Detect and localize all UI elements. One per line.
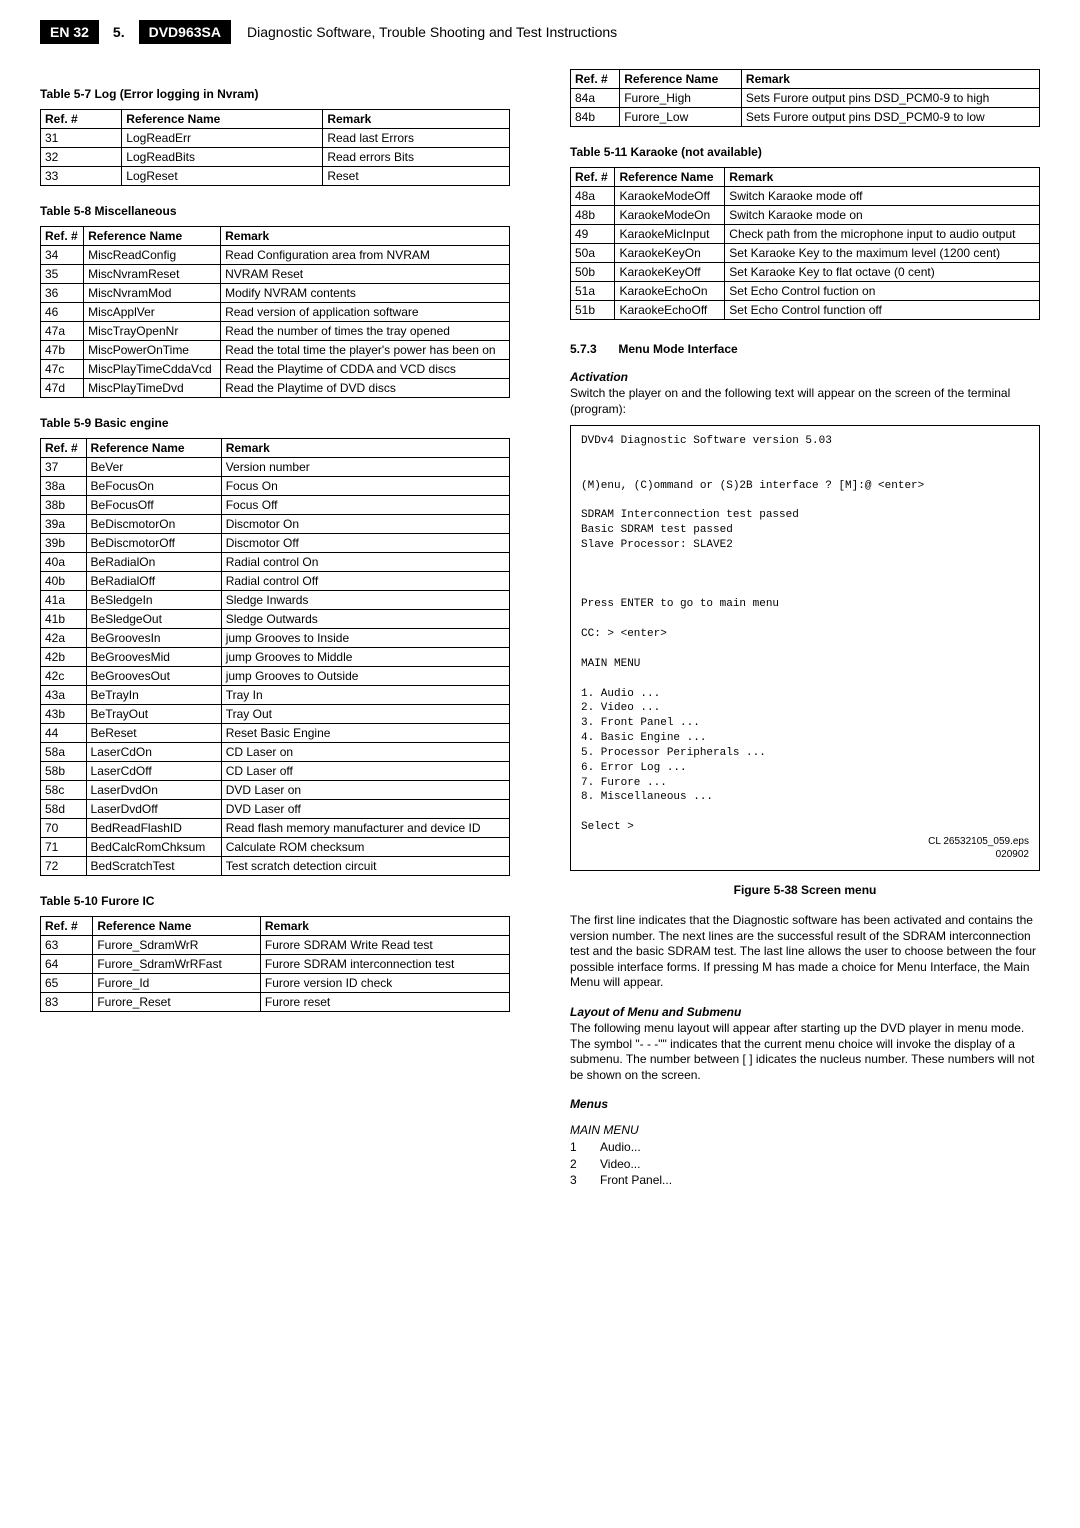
table-row: 47aMiscTrayOpenNrRead the number of time… bbox=[41, 322, 510, 341]
table-row: 48aKaraokeModeOffSwitch Karaoke mode off bbox=[571, 187, 1040, 206]
table-row: 40aBeRadialOnRadial control On bbox=[41, 553, 510, 572]
table-row: 64Furore_SdramWrRFastFurore SDRAM interc… bbox=[41, 955, 510, 974]
page-header: EN 32 5. DVD963SA Diagnostic Software, T… bbox=[40, 20, 1040, 44]
table-5-9: Ref. # Reference Name Remark 37BeVerVers… bbox=[40, 438, 510, 876]
table-row: 43bBeTrayOutTray Out bbox=[41, 705, 510, 724]
col-ref: Ref. # bbox=[41, 110, 122, 129]
paragraph-2: The following menu layout will appear af… bbox=[570, 1021, 1040, 1083]
terminal-eps-ref: CL 26532105_059.eps 020902 bbox=[581, 835, 1029, 862]
table-5-8-title: Table 5-8 Miscellaneous bbox=[40, 204, 510, 218]
table-5-7-body: 31LogReadErrRead last Errors32LogReadBit… bbox=[41, 129, 510, 186]
table-row: 43aBeTrayInTray In bbox=[41, 686, 510, 705]
table-row: 42bBeGroovesMidjump Grooves to Middle bbox=[41, 648, 510, 667]
table-5-10-title: Table 5-10 Furore IC bbox=[40, 894, 510, 908]
table-5-11-title: Table 5-11 Karaoke (not available) bbox=[570, 145, 1040, 159]
table-row: 65Furore_IdFurore version ID check bbox=[41, 974, 510, 993]
model-box: DVD963SA bbox=[139, 20, 231, 44]
table-row: 47dMiscPlayTimeDvdRead the Playtime of D… bbox=[41, 379, 510, 398]
table-row: 42aBeGroovesInjump Grooves to Inside bbox=[41, 629, 510, 648]
table-row: 38aBeFocusOnFocus On bbox=[41, 477, 510, 496]
table-row: 71BedCalcRomChksumCalculate ROM checksum bbox=[41, 838, 510, 857]
table-row: 50bKaraokeKeyOffSet Karaoke Key to flat … bbox=[571, 263, 1040, 282]
main-menu-heading: MAIN MENU bbox=[570, 1123, 1040, 1137]
table-row: 35MiscNvramResetNVRAM Reset bbox=[41, 265, 510, 284]
table-5-7: Ref. # Reference Name Remark 31LogReadEr… bbox=[40, 109, 510, 186]
table-5-10b-body: 84aFurore_HighSets Furore output pins DS… bbox=[571, 89, 1040, 127]
table-5-7-title: Table 5-7 Log (Error logging in Nvram) bbox=[40, 87, 510, 101]
left-column: Table 5-7 Log (Error logging in Nvram) R… bbox=[40, 69, 510, 1188]
page-code-box: EN 32 bbox=[40, 20, 99, 44]
table-row: 49KaraokeMicInputCheck path from the mic… bbox=[571, 225, 1040, 244]
table-row: 42cBeGroovesOutjump Grooves to Outside bbox=[41, 667, 510, 686]
col-name: Reference Name bbox=[122, 110, 323, 129]
paragraph-1: The first line indicates that the Diagno… bbox=[570, 913, 1040, 991]
terminal-content: DVDv4 Diagnostic Software version 5.03 (… bbox=[581, 435, 924, 833]
table-row: 44BeResetReset Basic Engine bbox=[41, 724, 510, 743]
table-row: 58aLaserCdOnCD Laser on bbox=[41, 743, 510, 762]
table-row: 34MiscReadConfigRead Configuration area … bbox=[41, 246, 510, 265]
table-row: 36MiscNvramModModify NVRAM contents bbox=[41, 284, 510, 303]
table-5-11-body: 48aKaraokeModeOffSwitch Karaoke mode off… bbox=[571, 187, 1040, 320]
table-row: 72BedScratchTestTest scratch detection c… bbox=[41, 857, 510, 876]
table-row: 38bBeFocusOffFocus Off bbox=[41, 496, 510, 515]
table-5-8-body: 34MiscReadConfigRead Configuration area … bbox=[41, 246, 510, 398]
activation-text: Switch the player on and the following t… bbox=[570, 386, 1040, 417]
list-item: 3Front Panel... bbox=[570, 1172, 1040, 1188]
table-5-10: Ref. # Reference Name Remark 63Furore_Sd… bbox=[40, 916, 510, 1012]
menus-heading: Menus bbox=[570, 1097, 1040, 1111]
table-row: 46MiscApplVerRead version of application… bbox=[41, 303, 510, 322]
table-row: 41aBeSledgeInSledge Inwards bbox=[41, 591, 510, 610]
main-menu-list: 1Audio...2Video...3Front Panel... bbox=[570, 1139, 1040, 1188]
table-5-8: Ref. # Reference Name Remark 34MiscReadC… bbox=[40, 226, 510, 398]
table-row: 58cLaserDvdOnDVD Laser on bbox=[41, 781, 510, 800]
activation-heading: Activation bbox=[570, 370, 1040, 384]
table-row: 84aFurore_HighSets Furore output pins DS… bbox=[571, 89, 1040, 108]
table-row: 39bBeDiscmotorOffDiscmotor Off bbox=[41, 534, 510, 553]
table-row: 63Furore_SdramWrRFurore SDRAM Write Read… bbox=[41, 936, 510, 955]
table-row: 40bBeRadialOffRadial control Off bbox=[41, 572, 510, 591]
table-5-11: Ref. # Reference Name Remark 48aKaraokeM… bbox=[570, 167, 1040, 320]
table-row: 50aKaraokeKeyOnSet Karaoke Key to the ma… bbox=[571, 244, 1040, 263]
table-row: 41bBeSledgeOutSledge Outwards bbox=[41, 610, 510, 629]
section-5-7-3-title: Menu Mode Interface bbox=[618, 342, 737, 356]
section-5-7-3-num: 5.7.3 bbox=[570, 342, 615, 356]
table-row: 51aKaraokeEchoOnSet Echo Control fuction… bbox=[571, 282, 1040, 301]
table-row: 47cMiscPlayTimeCddaVcdRead the Playtime … bbox=[41, 360, 510, 379]
table-row: 33LogResetReset bbox=[41, 167, 510, 186]
page-title: Diagnostic Software, Trouble Shooting an… bbox=[247, 24, 617, 40]
table-row: 70BedReadFlashIDRead flash memory manufa… bbox=[41, 819, 510, 838]
table-row: 83Furore_ResetFurore reset bbox=[41, 993, 510, 1012]
table-5-9-title: Table 5-9 Basic engine bbox=[40, 416, 510, 430]
table-5-10b: Ref. # Reference Name Remark 84aFurore_H… bbox=[570, 69, 1040, 127]
terminal-box: DVDv4 Diagnostic Software version 5.03 (… bbox=[570, 425, 1040, 871]
section-num-box: 5. bbox=[105, 20, 133, 44]
table-row: 31LogReadErrRead last Errors bbox=[41, 129, 510, 148]
list-item: 2Video... bbox=[570, 1156, 1040, 1172]
list-item: 1Audio... bbox=[570, 1139, 1040, 1155]
table-row: 47bMiscPowerOnTimeRead the total time th… bbox=[41, 341, 510, 360]
table-row: 58dLaserDvdOffDVD Laser off bbox=[41, 800, 510, 819]
table-5-9-body: 37BeVerVersion number38aBeFocusOnFocus O… bbox=[41, 458, 510, 876]
layout-heading: Layout of Menu and Submenu bbox=[570, 1005, 1040, 1019]
table-row: 37BeVerVersion number bbox=[41, 458, 510, 477]
figure-5-38-caption: Figure 5-38 Screen menu bbox=[570, 883, 1040, 897]
right-column: Ref. # Reference Name Remark 84aFurore_H… bbox=[570, 69, 1040, 1188]
table-row: 39aBeDiscmotorOnDiscmotor On bbox=[41, 515, 510, 534]
table-row: 51bKaraokeEchoOffSet Echo Control functi… bbox=[571, 301, 1040, 320]
table-row: 84bFurore_LowSets Furore output pins DSD… bbox=[571, 108, 1040, 127]
col-remark: Remark bbox=[323, 110, 510, 129]
table-5-10-body: 63Furore_SdramWrRFurore SDRAM Write Read… bbox=[41, 936, 510, 1012]
table-row: 48bKaraokeModeOnSwitch Karaoke mode on bbox=[571, 206, 1040, 225]
table-row: 58bLaserCdOffCD Laser off bbox=[41, 762, 510, 781]
table-row: 32LogReadBitsRead errors Bits bbox=[41, 148, 510, 167]
